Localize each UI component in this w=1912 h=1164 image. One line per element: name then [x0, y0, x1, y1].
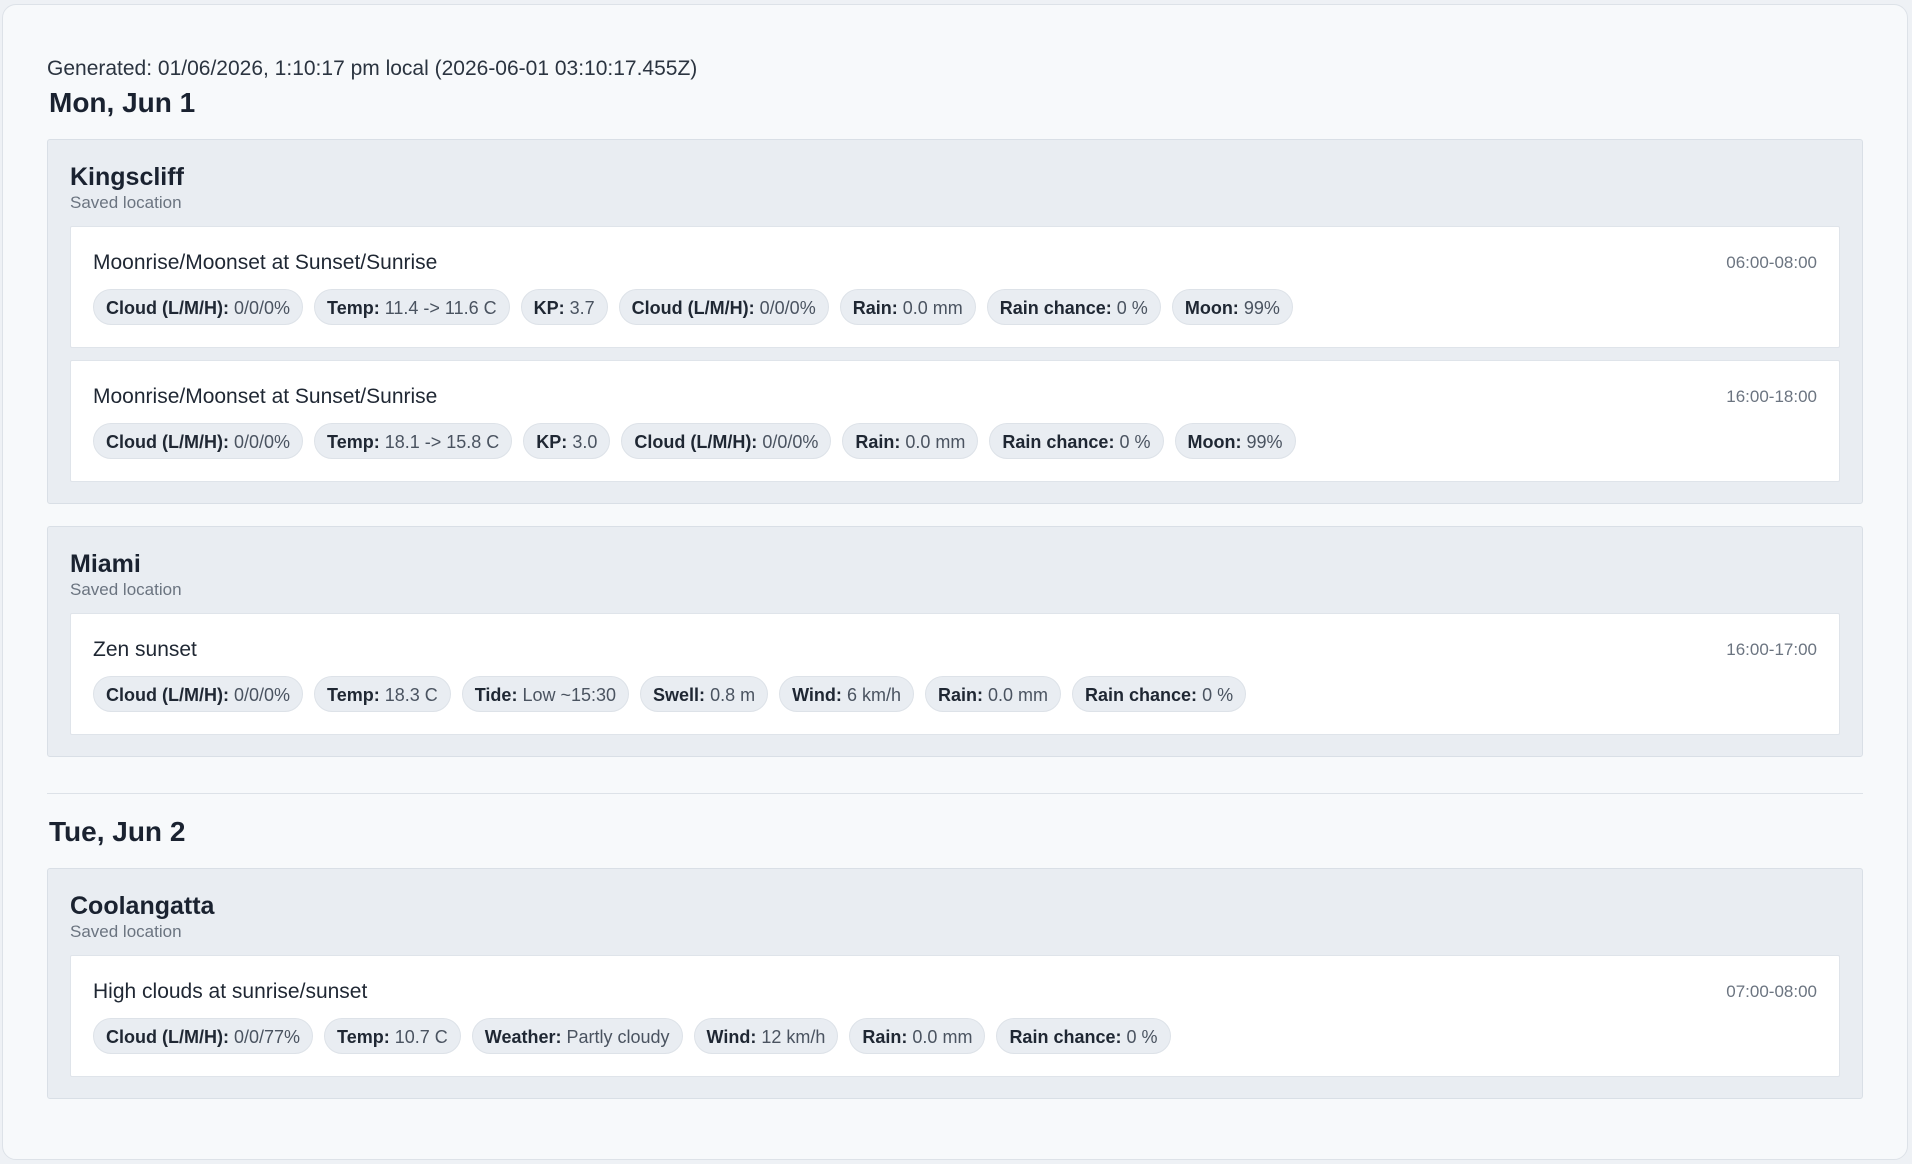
day-heading: Tue, Jun 2	[49, 816, 186, 847]
condition-chip: Wind: 6 km/h	[779, 676, 914, 712]
condition-chip: Temp: 11.4 -> 11.6 C	[314, 289, 510, 325]
forecast-page: Generated: 01/06/2026, 1:10:17 pm local …	[2, 4, 1908, 1160]
day-section: Tue, Jun 2 Coolangatta Saved location Hi…	[47, 814, 1863, 1099]
condition-chip: Rain: 0.0 mm	[839, 289, 976, 325]
condition-chip: Rain chance: 0 %	[1072, 676, 1247, 712]
location-subtitle: Saved location	[70, 193, 182, 212]
condition-chip: Rain: 0.0 mm	[924, 676, 1061, 712]
event-time: 16:00-17:00	[1726, 640, 1817, 659]
day-section: Mon, Jun 1 Kingscliff Saved location Moo…	[47, 85, 1863, 757]
event-card[interactable]: Zen sunset 16:00-17:00 Cloud (L/M/H): 0/…	[70, 613, 1840, 735]
location-name: Miami	[70, 550, 141, 578]
condition-chip: Rain chance: 0 %	[989, 423, 1164, 459]
condition-chip: Swell: 0.8 m	[640, 676, 769, 712]
condition-chips: Cloud (L/M/H): 0/0/0% Temp: 18.3 C Tide:…	[93, 676, 1817, 712]
condition-chip: Weather: Partly cloudy	[471, 1018, 683, 1054]
condition-chip: KP: 3.0	[523, 423, 611, 459]
condition-chip: Cloud (L/M/H): 0/0/0%	[93, 676, 304, 712]
generated-timestamp: Generated: 01/06/2026, 1:10:17 pm local …	[47, 57, 698, 80]
location-card-coolangatta: Coolangatta Saved location High clouds a…	[47, 868, 1863, 1099]
condition-chip: Temp: 18.1 -> 15.8 C	[314, 423, 513, 459]
location-name: Kingscliff	[70, 163, 184, 191]
condition-chips: Cloud (L/M/H): 0/0/0% Temp: 18.1 -> 15.8…	[93, 423, 1817, 459]
location-name: Coolangatta	[70, 892, 215, 920]
day-heading: Mon, Jun 1	[49, 87, 196, 118]
condition-chip: Temp: 10.7 C	[324, 1018, 461, 1054]
event-title: Zen sunset	[93, 638, 197, 661]
condition-chip: Moon: 99%	[1171, 289, 1293, 325]
location-card-miami: Miami Saved location Zen sunset 16:00-17…	[47, 526, 1863, 757]
event-title: High clouds at sunrise/sunset	[93, 980, 368, 1003]
event-title: Moonrise/Moonset at Sunset/Sunrise	[93, 385, 438, 408]
location-card-kingscliff: Kingscliff Saved location Moonrise/Moons…	[47, 139, 1863, 504]
condition-chip: Cloud (L/M/H): 0/0/0%	[93, 423, 304, 459]
condition-chip: Temp: 18.3 C	[314, 676, 451, 712]
event-title: Moonrise/Moonset at Sunset/Sunrise	[93, 251, 438, 274]
condition-chip: Moon: 99%	[1174, 423, 1296, 459]
condition-chip: Rain: 0.0 mm	[849, 1018, 986, 1054]
event-card[interactable]: Moonrise/Moonset at Sunset/Sunrise 06:00…	[70, 226, 1840, 348]
event-card[interactable]: High clouds at sunrise/sunset 07:00-08:0…	[70, 955, 1840, 1077]
condition-chip: Rain: 0.0 mm	[842, 423, 979, 459]
condition-chip: Cloud (L/M/H): 0/0/0%	[621, 423, 832, 459]
condition-chip: Rain chance: 0 %	[986, 289, 1161, 325]
condition-chip: KP: 3.7	[520, 289, 608, 325]
condition-chip: Cloud (L/M/H): 0/0/0%	[618, 289, 829, 325]
condition-chip: Rain chance: 0 %	[996, 1018, 1171, 1054]
condition-chip: Cloud (L/M/H): 0/0/0%	[93, 289, 304, 325]
condition-chip: Cloud (L/M/H): 0/0/77%	[93, 1018, 314, 1054]
event-time: 07:00-08:00	[1726, 982, 1817, 1001]
condition-chips: Cloud (L/M/H): 0/0/0% Temp: 11.4 -> 11.6…	[93, 289, 1817, 325]
condition-chips: Cloud (L/M/H): 0/0/77% Temp: 10.7 C Weat…	[93, 1018, 1817, 1054]
condition-chip: Wind: 12 km/h	[693, 1018, 839, 1054]
day-divider	[47, 793, 1863, 794]
location-subtitle: Saved location	[70, 922, 182, 941]
event-card[interactable]: Moonrise/Moonset at Sunset/Sunrise 16:00…	[70, 360, 1840, 482]
event-time: 06:00-08:00	[1726, 253, 1817, 272]
event-time: 16:00-18:00	[1726, 387, 1817, 406]
location-subtitle: Saved location	[70, 580, 182, 599]
condition-chip: Tide: Low ~15:30	[461, 676, 630, 712]
